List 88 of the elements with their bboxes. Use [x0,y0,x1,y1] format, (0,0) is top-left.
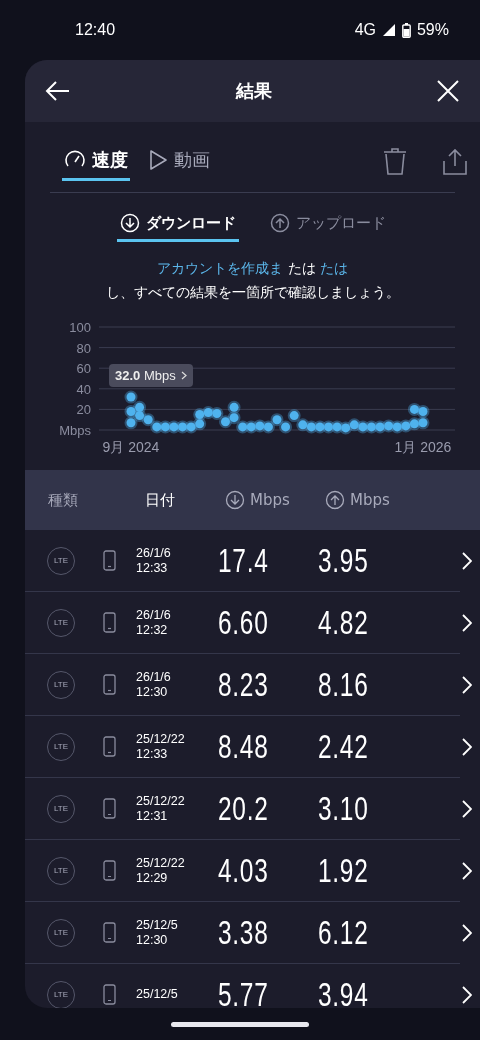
result-row[interactable]: LTE 25/12/22 12:33 8.48 2.42 [25,716,460,778]
download-speed: 6.60 [218,603,269,642]
y-tick-label: 60 [76,361,91,377]
account-link[interactable]: アカウントを作成ま [157,260,284,276]
value-tooltip[interactable]: 32.0 Mbps [109,364,193,387]
x-tick-label: 9月 2024 [102,439,160,455]
chevron-icon [462,985,472,1004]
account-link[interactable]: たは [319,260,348,276]
chevron-icon [462,799,472,818]
download-speed: 17.4 [218,541,269,580]
result-row[interactable]: LTE 26/1/6 12:33 17.4 3.95 [25,530,460,592]
phone-icon [103,922,116,943]
result-row[interactable]: LTE 25/12/22 12:31 20.2 3.10 [25,778,460,840]
network-type: 4G [354,21,376,39]
direction-tab[interactable]: アップロード [266,209,389,242]
result-time: 12:32 [136,622,169,638]
download-speed: 5.77 [218,975,269,1008]
sheet-title: 結果 [235,79,272,103]
result-time: 12:29 [136,870,169,886]
column-header[interactable]: 日付 [145,490,225,510]
result-time: 12:30 [136,684,169,700]
share-button[interactable] [440,146,470,178]
column-header[interactable]: Mbps [225,490,325,510]
direction-tab[interactable]: ダウンロード [116,209,239,242]
mode-tab[interactable]: 動画 [146,143,212,181]
result-row[interactable]: LTE 26/1/6 12:32 6.60 4.82 [25,592,460,654]
upload-speed: 8.16 [318,665,369,704]
x-tick-label: 1月 2026 [394,439,452,455]
download-speed: 8.48 [218,727,269,766]
upload-speed: 3.95 [318,541,369,580]
y-tick-label: 40 [76,381,91,397]
column-header[interactable]: Mbps [325,490,425,510]
result-date: 25/12/5 [136,917,179,933]
y-tick-label: 80 [76,340,91,356]
chevron-icon [462,551,472,570]
upload-icon [325,490,345,510]
home-indicator[interactable] [171,1021,309,1027]
phone-icon [103,798,116,819]
y-axis-label: Mbps [59,423,91,438]
result-time: 12:33 [136,746,169,762]
chevron-icon [462,737,472,756]
play-icon [148,148,168,171]
column-header[interactable]: 種類 [48,490,145,510]
result-date: 25/12/22 [136,855,186,871]
download-speed: 3.38 [218,913,269,952]
upload-icon [269,213,290,233]
result-time: 12:33 [136,560,169,576]
phone-icon [103,674,116,695]
upload-speed: 3.10 [318,789,369,828]
download-speed: 8.23 [218,665,269,704]
download-speed: 4.03 [218,851,269,890]
upload-speed: 1.92 [318,851,369,890]
signal-icon [381,23,396,37]
y-tick-label: 20 [76,402,91,418]
status-time: 12:40 [75,21,116,39]
result-time: 12:31 [136,808,169,824]
result-date: 26/1/6 [136,669,172,685]
phone-icon [103,736,116,757]
promo-text: し、すべての結果を一箇所で確認しましょう。 [105,284,400,302]
download-speed: 20.2 [218,789,269,828]
promo-text: アカウントを作成ま たは たは [157,260,348,278]
result-date: 26/1/6 [136,607,172,623]
result-date: 25/12/22 [136,793,186,809]
chevron-icon [462,675,472,694]
download-icon [225,490,245,510]
upload-speed: 2.42 [318,727,369,766]
upload-speed: 4.82 [318,603,369,642]
chevron-icon [462,613,472,632]
y-tick-label: 100 [69,320,91,335]
result-date: 25/12/5 [136,987,179,1002]
result-row[interactable]: LTE 25/12/22 12:29 4.03 1.92 [25,840,460,902]
result-date: 25/12/22 [136,731,186,747]
mode-tab[interactable]: 速度 [62,143,130,181]
chevron-icon [462,923,472,942]
phone-icon [103,612,116,633]
result-date: 26/1/6 [136,545,172,561]
upload-speed: 6.12 [318,913,369,952]
phone-icon [103,550,116,571]
battery-percent: 59% [416,21,449,39]
phone-icon [103,984,116,1005]
result-row[interactable]: LTE 25/12/5 12:30 3.38 6.12 [25,902,460,964]
download-icon [119,213,140,233]
result-row[interactable]: LTE 26/1/6 12:30 8.23 8.16 [25,654,460,716]
result-time: 12:30 [136,932,169,948]
battery-icon [401,22,411,38]
chevron-icon [462,861,472,880]
upload-speed: 3.94 [318,975,369,1008]
phone-icon [103,860,116,881]
